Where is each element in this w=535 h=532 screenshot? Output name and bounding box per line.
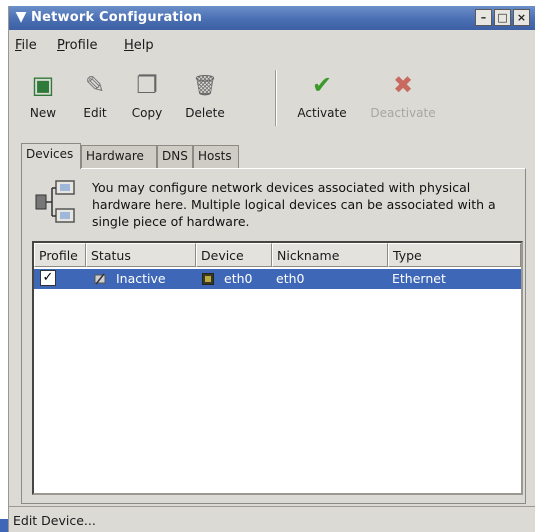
status-inactive-icon xyxy=(94,273,106,285)
desktop-edge-strip xyxy=(0,519,8,532)
edit-wrench-icon: ✎ xyxy=(84,71,106,99)
status-text: Edit Device... xyxy=(13,513,96,528)
new-button[interactable]: ▣ New xyxy=(13,64,73,128)
menu-help[interactable]: Help xyxy=(124,38,154,53)
new-label: New xyxy=(29,106,57,120)
toolbar-separator xyxy=(275,70,277,126)
status-bar: Edit Device... xyxy=(9,506,535,532)
tab-dns[interactable]: DNS xyxy=(157,145,193,168)
window-title: Network Configuration xyxy=(31,10,203,25)
trash-can-icon: 🗑 xyxy=(192,73,218,97)
devices-table[interactable]: Profile Status Device Nickname Type ✓ In… xyxy=(32,241,523,495)
deactivate-button[interactable]: ✖ Deactivate xyxy=(365,64,441,128)
copy-icon: ❐ xyxy=(136,71,158,99)
copy-button[interactable]: ❐ Copy xyxy=(117,64,177,128)
column-header-type[interactable]: Type xyxy=(388,243,521,267)
row-type: Ethernet xyxy=(392,271,446,286)
devices-panel: You may configure network devices associ… xyxy=(21,168,526,504)
row-status: Inactive xyxy=(116,271,166,286)
tab-hardware[interactable]: Hardware xyxy=(81,145,157,168)
devices-description: You may configure network devices associ… xyxy=(92,180,496,229)
column-header-profile[interactable]: Profile xyxy=(34,243,86,267)
profile-checkbox[interactable]: ✓ xyxy=(40,270,56,286)
deactivate-label: Deactivate xyxy=(370,106,436,120)
close-button[interactable]: × xyxy=(513,9,530,26)
row-device: eth0 xyxy=(224,271,253,286)
copy-label: Copy xyxy=(131,106,163,120)
ethernet-card-icon xyxy=(202,273,214,285)
checkmark-icon: ✔ xyxy=(311,71,333,99)
network-configuration-window: ▼ Network Configuration – □ × File Profi… xyxy=(8,6,535,532)
table-row[interactable]: ✓ Inactive eth0 eth0 Ethernet xyxy=(34,269,521,289)
column-header-nickname[interactable]: Nickname xyxy=(272,243,388,267)
edit-button[interactable]: ✎ Edit xyxy=(65,64,125,128)
network-hardware-icon xyxy=(35,180,75,223)
new-device-icon: ▣ xyxy=(31,71,55,99)
tab-devices[interactable]: Devices xyxy=(21,143,81,169)
column-header-device[interactable]: Device xyxy=(196,243,272,267)
tab-hosts[interactable]: Hosts xyxy=(193,145,239,168)
toolbar: ▣ New ✎ Edit ❐ Copy 🗑 Delete ✔ Activate … xyxy=(9,64,535,134)
minimize-button[interactable]: – xyxy=(475,9,492,26)
column-header-status[interactable]: Status xyxy=(86,243,196,267)
menu-profile[interactable]: Profile xyxy=(57,38,97,53)
maximize-button[interactable]: □ xyxy=(494,9,511,26)
menu-file[interactable]: File xyxy=(15,38,37,53)
edit-label: Edit xyxy=(83,106,107,120)
x-mark-icon: ✖ xyxy=(392,71,414,99)
menu-bar: File Profile Help xyxy=(9,36,535,58)
delete-label: Delete xyxy=(185,106,225,120)
delete-button[interactable]: 🗑 Delete xyxy=(175,64,235,128)
row-nickname: eth0 xyxy=(276,271,305,286)
title-bar[interactable]: ▼ Network Configuration – □ × xyxy=(9,6,535,30)
table-header: Profile Status Device Nickname Type xyxy=(34,243,521,267)
activate-button[interactable]: ✔ Activate xyxy=(289,64,355,128)
activate-label: Activate xyxy=(297,106,347,120)
window-menu-icon[interactable]: ▼ xyxy=(13,9,29,25)
